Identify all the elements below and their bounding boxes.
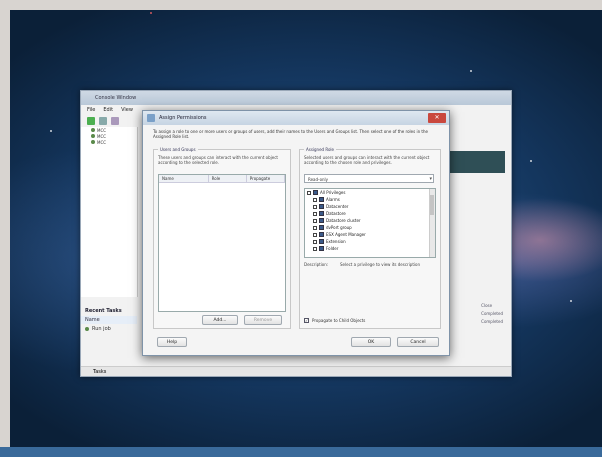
star [530,160,532,162]
checkbox-icon[interactable] [319,197,324,202]
users-groups-section: Users and Groups These users and groups … [153,147,291,329]
checkbox-icon[interactable] [319,218,324,223]
expand-icon[interactable] [313,204,317,209]
checkbox-icon[interactable] [319,204,324,209]
expand-icon[interactable] [313,218,317,223]
tree-item[interactable]: Folder [305,245,435,252]
users-list-header: Name Role Propagate [159,175,285,183]
checkbox-icon[interactable] [313,190,318,195]
checkbox-icon[interactable]: ✓ [304,318,309,323]
assigned-role-section: Assigned Role Selected users and groups … [299,147,441,329]
tree-item[interactable]: Datastore [305,210,435,217]
assign-permissions-dialog: Assign Permissions ✕ To assign a role to… [142,110,450,356]
star [50,130,52,132]
back-icon[interactable] [87,117,95,125]
app-title-bar: Console Window [81,91,511,105]
expand-icon[interactable] [313,197,317,202]
task-status-column: Close Completed Completed [481,303,503,327]
scroll-thumb[interactable] [430,195,434,215]
assigned-role-description: Selected users and groups can interact w… [304,155,430,165]
help-button[interactable]: Help [157,337,187,347]
tree-item[interactable]: Datacenter [305,203,435,210]
tree-item[interactable]: ESX Agent Manager [305,231,435,238]
recent-task-row[interactable]: Run job [81,324,137,334]
photo-frame [0,447,602,457]
star [570,300,572,302]
users-groups-label: Users and Groups [158,147,198,152]
menu-view[interactable]: View [121,105,133,115]
column-propagate[interactable]: Propagate [247,175,285,182]
column-name[interactable]: Name [159,175,209,182]
column-role[interactable]: Role [209,175,247,182]
privileges-tree[interactable]: All Privileges Alarms Datacenter Datasto… [304,188,436,258]
tree-item[interactable]: Datastore cluster [305,217,435,224]
dialog-title: Assign Permissions [159,115,207,121]
checkbox-icon[interactable] [319,232,324,237]
inventory-tree: MCC MCC MCC [81,127,138,297]
menu-edit[interactable]: Edit [103,105,113,115]
checkbox-icon[interactable] [319,225,324,230]
summary-banner [449,151,505,173]
status-bar: Tasks [81,366,511,376]
task-status: Completed [481,311,503,316]
users-groups-description: These users and groups can interact with… [158,155,278,165]
checkbox-icon[interactable] [319,239,324,244]
expand-icon[interactable] [313,232,317,237]
propagate-checkbox-row[interactable]: ✓ Propagate to Child Objects [304,318,365,323]
task-status: Completed [481,319,503,324]
close-tasks-label[interactable]: Close [481,303,503,311]
chevron-down-icon[interactable]: ▾ [429,175,432,184]
expand-icon[interactable] [313,246,317,251]
expand-icon[interactable] [313,225,317,230]
recent-tasks-column[interactable]: Name [81,316,137,324]
checkbox-icon[interactable] [319,246,324,251]
expand-icon[interactable] [313,211,317,216]
tree-item[interactable]: Extension [305,238,435,245]
window-icon [147,114,155,122]
dialog-title-bar: Assign Permissions ✕ [143,111,449,125]
description-text: Select a privilege to view its descripti… [340,262,420,267]
add-button[interactable]: Add... [202,315,238,325]
tree-item[interactable]: dvPort group [305,224,435,231]
expand-icon[interactable] [307,190,311,195]
task-icon [85,327,89,331]
propagate-label: Propagate to Child Objects [312,318,366,323]
remove-button[interactable]: Remove [244,315,282,325]
ok-button[interactable]: OK [351,337,391,347]
recent-tasks-title: Recent Tasks [85,308,122,314]
users-groups-list[interactable]: Name Role Propagate [158,174,286,312]
host-icon [91,128,95,132]
tree-scrollbar[interactable] [429,189,435,257]
expand-icon[interactable] [313,239,317,244]
description-label: Description: [304,262,329,267]
host-icon [91,134,95,138]
host-icon [91,140,95,144]
tree-item[interactable]: Alarms [305,196,435,203]
star [470,70,472,72]
role-select[interactable]: Read-only ▾ [304,174,434,183]
checkbox-icon[interactable] [319,211,324,216]
assigned-role-label: Assigned Role [304,147,336,152]
dialog-intro: To assign a role to one or more users or… [153,129,428,139]
recent-tasks-panel: Recent Tasks Name Run job [81,306,137,334]
tree-item[interactable]: All Privileges [305,189,435,196]
cancel-button[interactable]: Cancel [397,337,439,347]
tree-item[interactable]: MCC [81,139,137,145]
menu-file[interactable]: File [87,105,95,115]
star [150,12,152,14]
inventory-icon[interactable] [111,117,119,125]
close-icon[interactable]: ✕ [428,113,446,123]
home-icon[interactable] [99,117,107,125]
